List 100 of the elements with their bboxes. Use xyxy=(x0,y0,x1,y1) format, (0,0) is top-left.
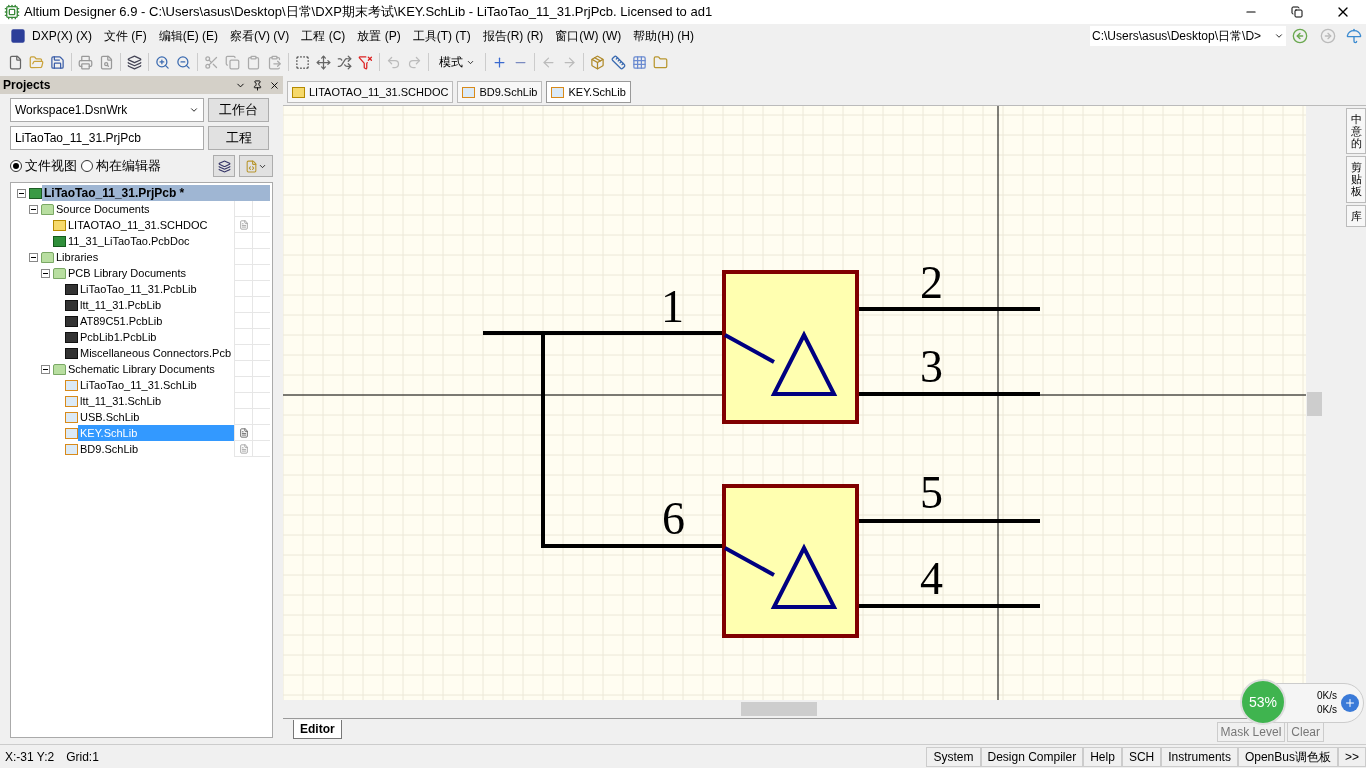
view-radio[interactable]: 构在编辑器 xyxy=(81,156,161,176)
tree-item[interactable]: LiTaoTao_11_31.PrjPcb * xyxy=(42,185,270,201)
path-field[interactable]: C:\Users\asus\Desktop\日常\D> xyxy=(1090,26,1286,46)
folder-icon[interactable] xyxy=(653,54,668,70)
menu-item[interactable]: 文件 (F) xyxy=(98,27,153,45)
column-cell xyxy=(252,281,270,297)
collapse-icon[interactable] xyxy=(29,252,38,262)
tree-item[interactable]: AT89C51.PcbLib xyxy=(78,313,234,329)
tree-item[interactable]: Miscellaneous Connectors.Pcb xyxy=(78,345,234,361)
clipboard-icon[interactable] xyxy=(246,54,261,70)
printer-icon[interactable] xyxy=(78,54,93,70)
package-icon[interactable] xyxy=(590,54,605,70)
collapse-icon[interactable] xyxy=(17,188,26,198)
document-tab[interactable]: KEY.SchLib xyxy=(546,81,631,103)
board-icon xyxy=(29,187,42,199)
panel-button[interactable]: OpenBus调色板 xyxy=(1237,746,1338,767)
tree-item[interactable]: 11_31_LiTaoTao.PcbDoc xyxy=(66,233,234,249)
panel-button[interactable]: Instruments xyxy=(1161,746,1238,767)
tree-item[interactable]: LiTaoTao_11_31.SchLib xyxy=(78,377,234,393)
tree-item[interactable]: ltt_11_31.SchLib xyxy=(78,393,234,409)
document-tab[interactable]: LITAOTAO_11_31.SCHDOC xyxy=(287,81,454,103)
tree-item[interactable]: USB.SchLib xyxy=(78,409,234,425)
selection-icon[interactable] xyxy=(295,54,310,70)
tree-item[interactable]: Libraries xyxy=(54,249,234,265)
restore-icon[interactable] xyxy=(1291,6,1303,18)
pin-number: 3 xyxy=(920,341,943,392)
menu-item[interactable]: 帮助(H) (H) xyxy=(627,27,700,45)
preview-icon[interactable] xyxy=(99,54,114,70)
workspace-dropdown[interactable]: Workspace1.DsnWrk xyxy=(10,98,204,122)
plus-icon[interactable] xyxy=(1341,694,1359,712)
column-cell xyxy=(252,297,270,313)
back-icon[interactable] xyxy=(1292,28,1308,44)
dropdown-icon[interactable] xyxy=(189,105,199,115)
panel-button[interactable]: Help xyxy=(1083,746,1122,767)
open-folder-icon[interactable] xyxy=(29,54,44,70)
close-icon[interactable] xyxy=(269,79,280,91)
grid-text: Grid:1 xyxy=(66,748,99,766)
tree-item[interactable]: Source Documents xyxy=(54,201,234,217)
workspace-button[interactable]: 工作台 xyxy=(208,98,269,122)
save-icon[interactable] xyxy=(50,54,65,70)
column-cell xyxy=(252,361,270,377)
menu-item[interactable]: 编辑(E) (E) xyxy=(152,27,224,45)
tree-item[interactable]: PcbLib1.PcbLib xyxy=(78,329,234,345)
tree-item[interactable]: ltt_11_31.PcbLib xyxy=(78,297,234,313)
chip-icon xyxy=(65,331,78,343)
pin-number: 6 xyxy=(662,493,685,544)
menu-item[interactable]: 报告(R) (R) xyxy=(476,27,550,45)
document-icon xyxy=(245,159,258,173)
folder-icon xyxy=(41,203,54,215)
move-icon[interactable] xyxy=(316,54,331,70)
menu-item[interactable]: 工具(T) (T) xyxy=(406,27,477,45)
pin-icon[interactable] xyxy=(252,79,263,91)
column-cell xyxy=(234,361,252,377)
tree-item[interactable]: LiTaoTao_11_31.PcbLib xyxy=(78,281,234,297)
project-field[interactable]: LiTaoTao_11_31.PrjPcb xyxy=(10,126,204,150)
collapse-icon[interactable] xyxy=(29,204,38,214)
menu-item[interactable]: DXP(X) (X) xyxy=(26,27,98,45)
shuffle-icon[interactable] xyxy=(337,54,352,70)
grid-icon[interactable] xyxy=(632,54,647,70)
side-panel-tab[interactable]: 库 xyxy=(1346,204,1366,227)
mode-dropdown[interactable]: 模式 xyxy=(435,53,479,71)
panel-button[interactable]: SCH xyxy=(1121,746,1162,767)
zoom-in-icon[interactable] xyxy=(155,54,170,70)
column-cell xyxy=(234,329,252,345)
collapse-icon[interactable] xyxy=(41,268,50,278)
dropdown-icon[interactable] xyxy=(1274,31,1284,41)
coordinates-text: X:-31 Y:2 xyxy=(5,748,55,766)
compile-button[interactable] xyxy=(213,155,235,177)
scrollbar-thumb[interactable] xyxy=(1307,392,1322,416)
new-file-icon[interactable] xyxy=(8,54,23,70)
pcb-icon xyxy=(53,235,66,247)
tree-item[interactable]: LITAOTAO_11_31.SCHDOC xyxy=(66,217,234,233)
menu-item[interactable]: 放置 (P) xyxy=(351,27,407,45)
menu-item[interactable]: 工程 (C) xyxy=(295,27,352,45)
panel-button[interactable]: >> xyxy=(1338,746,1366,767)
library-doc-icon xyxy=(462,86,476,98)
document-tab[interactable]: BD9.SchLib xyxy=(457,81,543,103)
panel-button[interactable]: Design Compiler xyxy=(980,746,1084,767)
view-radio[interactable]: 文件视图 xyxy=(10,156,77,176)
ruler-icon[interactable] xyxy=(611,54,626,70)
layers-icon[interactable] xyxy=(127,54,142,70)
column-cell xyxy=(252,233,270,249)
layers-icon xyxy=(217,159,231,173)
editor-tab[interactable]: Editor xyxy=(293,720,342,739)
menu-item[interactable]: 窗口(W) (W) xyxy=(549,27,628,45)
plus-icon[interactable] xyxy=(492,54,507,70)
side-panel-tab[interactable]: 中意的 xyxy=(1346,108,1366,155)
filter-clear-icon[interactable] xyxy=(358,54,373,70)
menu-item[interactable]: 察看(V) (V) xyxy=(224,27,296,45)
zoom-out-icon[interactable] xyxy=(176,54,191,70)
pin-number: 2 xyxy=(920,257,943,308)
chip-icon xyxy=(65,315,78,327)
tree-item[interactable]: BD9.SchLib xyxy=(78,441,234,457)
tree-item[interactable]: Schematic Library Documents xyxy=(66,361,234,377)
collapse-icon[interactable] xyxy=(41,364,50,374)
side-panel-tab[interactable]: 剪贴板 xyxy=(1346,156,1366,203)
project-button[interactable]: 工程 xyxy=(208,126,269,150)
tree-item[interactable]: PCB Library Documents xyxy=(66,265,234,281)
panel-button[interactable]: System xyxy=(926,746,981,767)
scrollbar-thumb[interactable] xyxy=(741,702,817,716)
